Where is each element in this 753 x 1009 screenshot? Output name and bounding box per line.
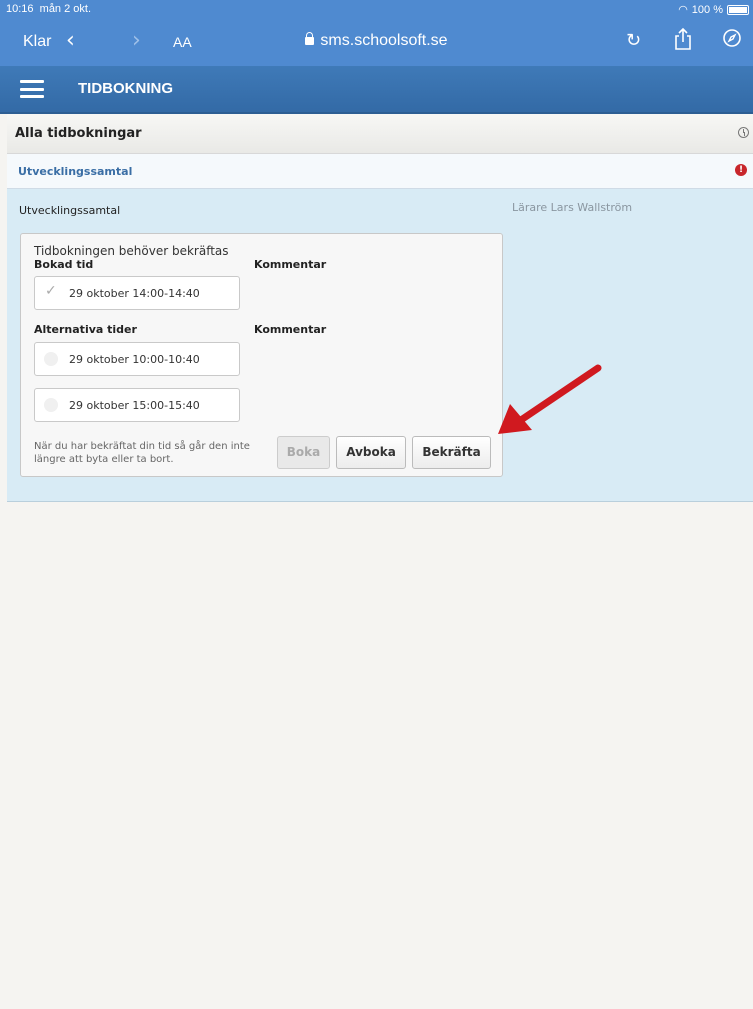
comment-label-2: Kommentar [254, 323, 327, 336]
battery-label: 100 % [691, 3, 723, 16]
check-icon: ✓ [45, 283, 57, 299]
comment-label: Kommentar [254, 258, 327, 271]
battery-icon [727, 4, 749, 15]
section-title: Utvecklingssamtal [18, 165, 133, 178]
booking-section-header[interactable]: Utvecklingssamtal ! [7, 154, 753, 189]
book-button[interactable]: Boka [277, 436, 330, 469]
reload-icon[interactable]: ↻ [626, 30, 641, 51]
slot-label: 29 oktober 10:00-10:40 [69, 353, 200, 366]
app-header: TIDBOKNING [0, 66, 753, 114]
slot-label: 29 oktober 14:00-14:40 [69, 287, 200, 300]
radio-icon [44, 398, 58, 412]
detail-title: Utvecklingssamtal [19, 204, 121, 217]
booked-time-label: Bokad tid [34, 258, 94, 271]
confirmation-note: När du har bekräftat din tid så går den … [34, 441, 250, 465]
status-right: ◠ 100 % [678, 3, 749, 16]
annotation-arrow-icon [498, 364, 602, 434]
teacher-name: Lärare Lars Wallström [512, 201, 633, 214]
content: Alla tidbokningar Utvecklingssamtal ! Ut… [7, 114, 753, 504]
page-title: TIDBOKNING [78, 80, 173, 97]
list-title: Alla tidbokningar [15, 126, 142, 141]
confirm-button[interactable]: Bekräfta [412, 436, 491, 469]
booking-detail: Utvecklingssamtal Lärare Lars Wallström … [7, 189, 753, 502]
status-time: 10:16 mån 2 okt. [6, 3, 92, 15]
wifi-icon: ◠ [678, 4, 688, 16]
cancel-booking-button[interactable]: Avboka [336, 436, 406, 469]
clock-icon[interactable] [738, 127, 749, 138]
share-icon[interactable] [673, 27, 693, 55]
list-header: Alla tidbokningar [7, 114, 753, 154]
slot-label: 29 oktober 15:00-15:40 [69, 399, 200, 412]
alternative-slot[interactable]: 29 oktober 15:00-15:40 [34, 388, 240, 422]
lock-icon [305, 32, 315, 45]
menu-icon[interactable] [20, 80, 44, 98]
confirmation-notice: Tidbokningen behöver bekräftas [34, 244, 229, 258]
booking-card: Tidbokningen behöver bekräftas Bokad tid… [20, 233, 503, 477]
alternative-slot[interactable]: 29 oktober 10:00-10:40 [34, 342, 240, 376]
booked-slot[interactable]: ✓ 29 oktober 14:00-14:40 [34, 276, 240, 310]
url-text: sms.schoolsoft.se [320, 32, 448, 49]
alert-icon: ! [735, 164, 747, 176]
radio-icon [44, 352, 58, 366]
browser-toolbar: 10:16 mån 2 okt. ◠ 100 % Klar ‹ › AA sms… [0, 0, 753, 66]
compass-icon[interactable] [722, 28, 742, 52]
alternative-times-label: Alternativa tider [34, 323, 137, 336]
